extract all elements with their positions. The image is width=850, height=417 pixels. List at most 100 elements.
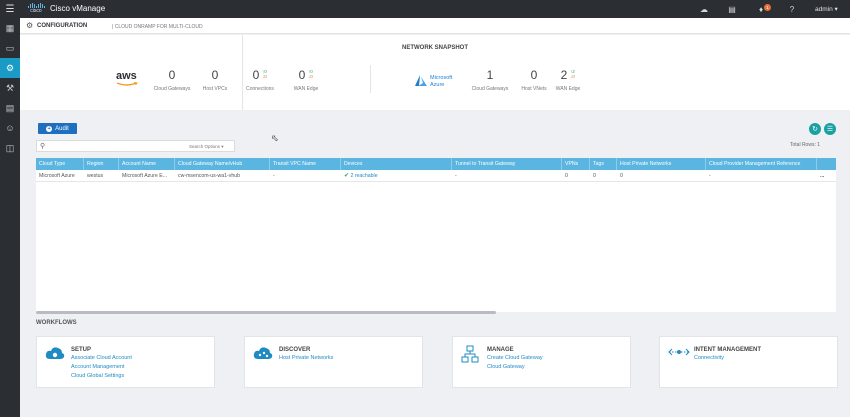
search-input[interactable]: ⚲ Search Options ▾ <box>36 140 235 152</box>
stat-label: Connections <box>246 86 274 92</box>
cell-management-reference: - <box>709 173 711 179</box>
refresh-icon[interactable]: ↻ <box>809 123 821 135</box>
devices-link[interactable]: 2 reachable <box>350 173 377 179</box>
list-view-icon[interactable]: ☰ <box>824 123 836 135</box>
cell-host-private-networks: 0 <box>620 173 623 179</box>
total-rows: Total Rows: 1 <box>790 142 821 148</box>
column-header-actions <box>817 158 836 170</box>
connectivity-icon <box>668 348 690 356</box>
app-title: Cisco vManage <box>50 4 106 13</box>
stat-value: 1 <box>486 68 494 82</box>
cell-account-name: Microsoft Azure E... <box>122 173 167 179</box>
chevron-down-icon: ▾ <box>834 6 838 13</box>
trend-down-value: 0 <box>572 74 575 79</box>
azure-wan-edge-stat[interactable]: 2 ↑2 ↓0 WAN Edge <box>543 68 593 92</box>
clipboard-icon[interactable]: ▤ <box>726 3 738 15</box>
workflow-title: INTENT MANAGEMENT <box>694 347 761 353</box>
user-name: admin <box>815 6 833 13</box>
azure-logo-line2: Azure <box>430 82 445 88</box>
table-header: Cloud Type Region Account Name Cloud Gat… <box>36 158 836 170</box>
stat-value: 2 <box>560 68 568 82</box>
page-title: CONFIGURATION <box>37 23 88 29</box>
sidebar-analytics-icon[interactable]: ◫ <box>0 138 20 158</box>
workflow-card-discover: DISCOVER Host Private Networks <box>244 336 423 388</box>
stat-trend: ↑0 ↓0 <box>262 69 267 79</box>
audit-button[interactable]: + Audit <box>38 123 77 134</box>
column-header[interactable]: Devices <box>341 158 452 170</box>
column-header[interactable]: Tags <box>590 158 617 170</box>
cloud-icon[interactable]: ☁ <box>698 3 710 15</box>
account-management-link[interactable]: Account Management <box>71 364 125 370</box>
logo-text: cisco <box>30 8 42 14</box>
trend-down-value: 0 <box>264 74 267 79</box>
column-header[interactable]: Tunnel to Transit Gateway <box>452 158 562 170</box>
column-header[interactable]: VPNs <box>562 158 590 170</box>
cloud-global-settings-link[interactable]: Cloud Global Settings <box>71 373 124 379</box>
audit-button-label: Audit <box>55 125 69 132</box>
sidebar-administration-icon[interactable]: ☺ <box>0 118 20 138</box>
network-snapshot: NETWORK SNAPSHOT aws 0 Cloud Gateways 0 … <box>20 35 850 110</box>
column-header[interactable]: Cloud Provider Management Reference <box>706 158 817 170</box>
aws-logo: aws <box>116 71 140 89</box>
chevron-down-icon: ▾ <box>221 144 224 149</box>
gear-icon: ⚙ <box>26 21 34 30</box>
cell-cloud-type: Microsoft Azure <box>39 173 75 179</box>
stat-label: Host VPCs <box>202 86 228 92</box>
sidebar-dashboard-icon[interactable]: ▦ <box>0 18 20 38</box>
plus-icon: + <box>46 125 53 132</box>
notification-badge: 1 <box>764 4 771 11</box>
hierarchy-icon <box>461 345 479 363</box>
stat-label: WAN Edge <box>293 86 319 92</box>
menu-icon[interactable]: ☰ <box>0 0 20 18</box>
associate-cloud-account-link[interactable]: Associate Cloud Account <box>71 355 132 361</box>
sidebar-monitor-icon[interactable]: ▭ <box>0 38 20 58</box>
help-icon[interactable]: ? <box>786 3 798 15</box>
snapshot-title: NETWORK SNAPSHOT <box>402 45 468 51</box>
azure-logo-line1: Microsoft <box>430 75 453 81</box>
cell-gateway-name: cw-msencom-us-wa1-vhub <box>178 173 240 179</box>
search-options-dropdown[interactable]: Search Options ▾ <box>189 144 224 150</box>
aws-wan-edge-stat[interactable]: 0 ↑0 ↓0 WAN Edge <box>281 68 331 92</box>
cloud-gateway-link[interactable]: Cloud Gateway <box>487 364 525 370</box>
cell-tags: 0 <box>593 173 596 179</box>
sidebar: ▦ ▭ ⚙ ⚒ ▤ ☺ ◫ <box>0 18 20 417</box>
column-header[interactable]: Cloud Type <box>36 158 84 170</box>
column-header[interactable]: Cloud Gateway Name/vHub <box>175 158 270 170</box>
workflow-title: DISCOVER <box>279 347 311 353</box>
stat-trend: ↑2 ↓0 <box>570 69 575 79</box>
sidebar-tools-icon[interactable]: ⚒ <box>0 78 20 98</box>
check-circle-icon: ✔ <box>344 173 350 179</box>
cloud-gateway-table: Cloud Type Region Account Name Cloud Gat… <box>36 158 836 312</box>
workflow-card-setup: SETUP Associate Cloud Account Account Ma… <box>36 336 215 388</box>
column-header[interactable]: Account Name <box>119 158 175 170</box>
column-header[interactable]: Region <box>84 158 119 170</box>
host-private-networks-link[interactable]: Host Private Networks <box>279 355 333 361</box>
mouse-cursor-icon: ⬁ <box>271 133 279 143</box>
top-bar: ☰ cisco Cisco vManage ☁ ▤ ♦ 1 ? admin ▾ <box>0 0 850 18</box>
column-header[interactable]: Transit VPC Name <box>270 158 341 170</box>
cell-vpns: 0 <box>565 173 568 179</box>
divider <box>370 65 371 93</box>
connectivity-link[interactable]: Connectivity <box>694 355 724 361</box>
stat-value: 0 <box>298 68 306 82</box>
cell-transit-vpc: - <box>273 173 275 179</box>
breadcrumb: | CLOUD ONRAMP FOR MULTI-CLOUD <box>112 23 203 30</box>
user-menu[interactable]: admin ▾ <box>815 5 838 13</box>
sidebar-maintenance-icon[interactable]: ▤ <box>0 98 20 118</box>
workflow-card-manage: MANAGE Create Cloud Gateway Cloud Gatewa… <box>452 336 631 388</box>
stat-trend: ↑0 ↓0 <box>308 69 313 79</box>
horizontal-scrollbar[interactable] <box>36 311 496 314</box>
azure-cloud-gateways-stat[interactable]: 1 Cloud Gateways <box>465 68 515 92</box>
row-more-menu[interactable]: ... <box>817 170 836 181</box>
sidebar-configuration-icon[interactable]: ⚙ <box>0 58 20 78</box>
stat-label: WAN Edge <box>555 86 581 92</box>
page-header: ⚙ CONFIGURATION | CLOUD ONRAMP FOR MULTI… <box>20 18 850 34</box>
workflow-title: MANAGE <box>487 347 514 353</box>
search-options-label: Search Options <box>189 144 221 149</box>
table-row[interactable]: Microsoft Azure westus Microsoft Azure E… <box>36 170 836 182</box>
azure-logo: Microsoft Azure <box>415 73 465 89</box>
column-header[interactable]: Host Private Networks <box>617 158 706 170</box>
workflow-card-intent-management: INTENT MANAGEMENT Connectivity <box>659 336 838 388</box>
create-cloud-gateway-link[interactable]: Create Cloud Gateway <box>487 355 543 361</box>
table-body-empty <box>36 182 836 312</box>
